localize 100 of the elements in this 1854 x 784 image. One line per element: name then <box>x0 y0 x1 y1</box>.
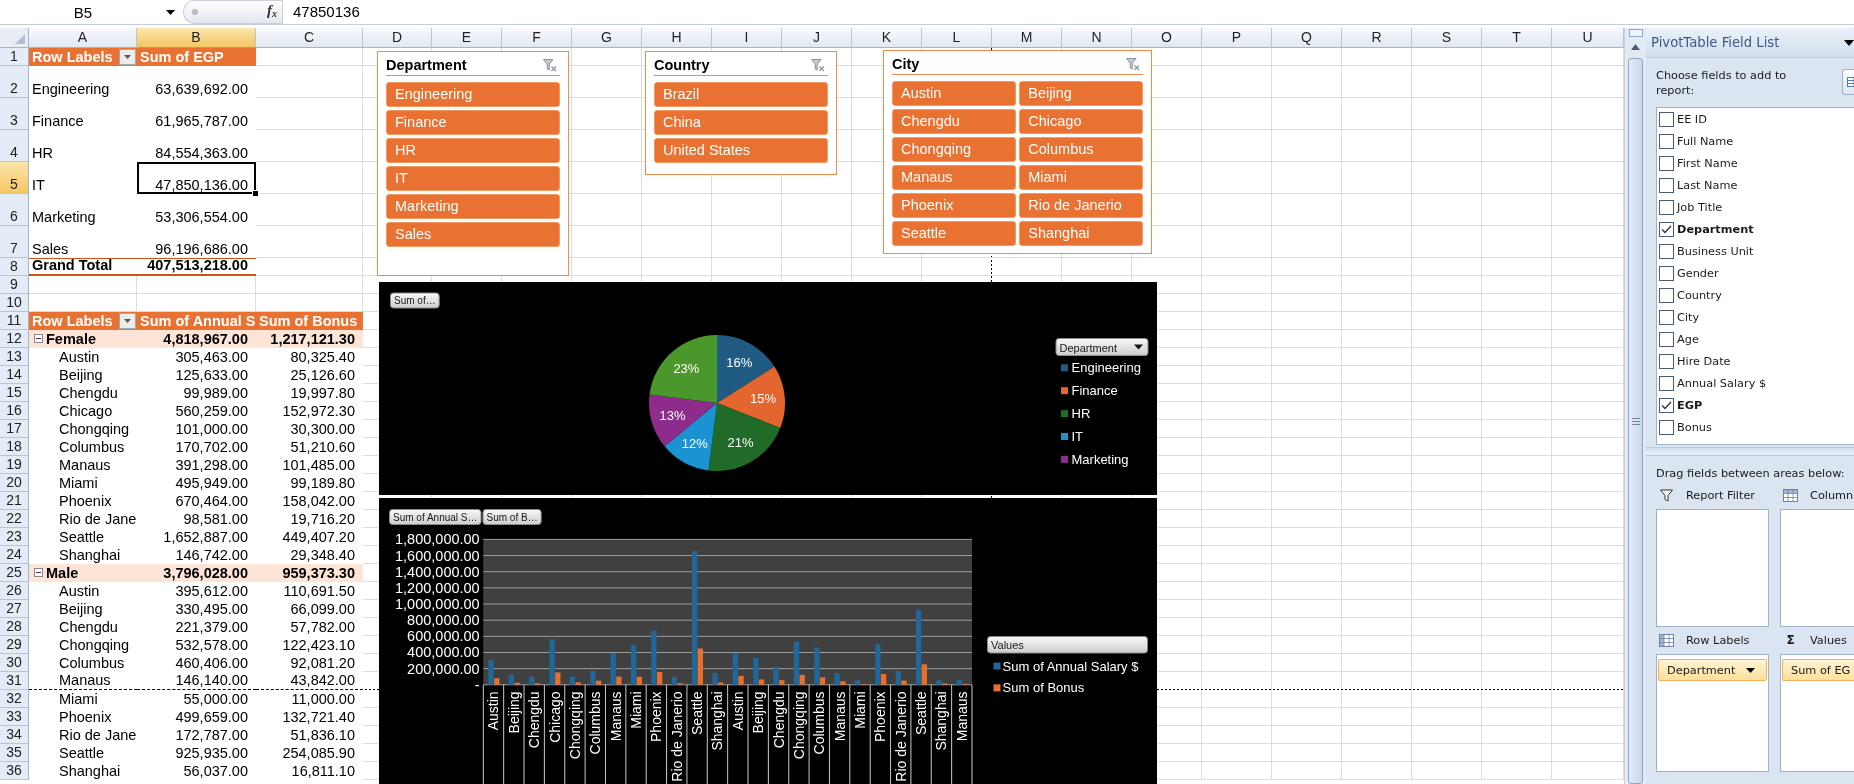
column-header[interactable]: P <box>1202 28 1272 48</box>
row-header[interactable]: 27 <box>0 600 29 618</box>
field-button[interactable]: Sum of B… <box>482 509 542 525</box>
field-item[interactable]: Annual Salary $ <box>1657 372 1854 394</box>
row-header[interactable]: 5 <box>0 162 29 194</box>
legend-field-button[interactable]: Values <box>987 636 1148 654</box>
clear-filter-icon[interactable] <box>1126 57 1140 71</box>
column-header[interactable]: O <box>1132 28 1202 48</box>
row-header[interactable]: 18 <box>0 438 29 456</box>
field-button[interactable]: Sum of EG <box>1782 659 1854 681</box>
column-header[interactable]: F <box>502 28 572 48</box>
fill-handle[interactable] <box>252 190 259 197</box>
row-header[interactable]: 32 <box>0 690 29 708</box>
formula-field[interactable]: 47850136 <box>282 0 1854 24</box>
row-header[interactable]: 2 <box>0 66 29 98</box>
field-item[interactable]: City <box>1657 306 1854 328</box>
row-header[interactable]: 33 <box>0 708 29 726</box>
column-header[interactable]: H <box>642 28 712 48</box>
field-item[interactable]: Full Name <box>1657 130 1854 152</box>
row-header[interactable]: 36 <box>0 762 29 780</box>
column-header[interactable]: D <box>363 28 432 48</box>
scrollbar-thumb[interactable] <box>1628 58 1643 784</box>
column-header[interactable]: Q <box>1272 28 1342 48</box>
field-item[interactable]: Last Name <box>1657 174 1854 196</box>
legend-field-button[interactable]: Department <box>1055 338 1149 356</box>
row-header[interactable]: 13 <box>0 348 29 366</box>
drop-area[interactable]: Sum of EG <box>1780 654 1854 772</box>
name-box[interactable]: B5 <box>0 0 180 24</box>
field-item[interactable]: Bonus <box>1657 416 1854 438</box>
checkbox[interactable] <box>1659 375 1674 391</box>
checkbox[interactable] <box>1659 133 1674 149</box>
row-header[interactable]: 7 <box>0 226 29 258</box>
field-item[interactable]: Job Title <box>1657 196 1854 218</box>
row-header[interactable]: 34 <box>0 726 29 744</box>
drop-area[interactable]: Department <box>1656 654 1769 772</box>
field-item[interactable]: Business Unit <box>1657 240 1854 262</box>
checkbox[interactable] <box>1659 419 1674 435</box>
collapse-icon[interactable] <box>34 334 43 343</box>
row-header[interactable]: 26 <box>0 582 29 600</box>
row-header[interactable]: 11 <box>0 312 29 330</box>
column-header[interactable]: M <box>992 28 1062 48</box>
checkbox[interactable] <box>1659 111 1674 127</box>
column-header[interactable]: A <box>29 28 137 48</box>
column-header[interactable]: T <box>1482 28 1552 48</box>
insert-function-button[interactable]: f$_{x}$ <box>267 1 277 23</box>
row-header[interactable]: 28 <box>0 618 29 636</box>
row-header[interactable]: 12 <box>0 330 29 348</box>
column-header[interactable]: K <box>852 28 922 48</box>
row-header[interactable]: 9 <box>0 276 29 294</box>
field-button[interactable]: Department <box>1658 659 1767 681</box>
row-header[interactable]: 1 <box>0 48 29 66</box>
field-item[interactable]: EE ID <box>1657 108 1854 130</box>
column-header[interactable]: S <box>1412 28 1482 48</box>
field-item[interactable]: Age <box>1657 328 1854 350</box>
checkbox[interactable] <box>1659 221 1674 237</box>
checkbox[interactable] <box>1659 331 1674 347</box>
row-header[interactable]: 4 <box>0 130 29 162</box>
row-header[interactable]: 14 <box>0 366 29 384</box>
active-cell[interactable]: 47,850,136.00 <box>137 162 256 194</box>
row-header[interactable]: 20 <box>0 474 29 492</box>
field-item[interactable]: Gender <box>1657 262 1854 284</box>
row-header[interactable]: 10 <box>0 294 29 312</box>
row-header[interactable]: 35 <box>0 744 29 762</box>
row-header[interactable]: 25 <box>0 564 29 582</box>
column-header[interactable]: R <box>1342 28 1412 48</box>
checkbox[interactable] <box>1659 353 1674 369</box>
row-header[interactable]: 17 <box>0 420 29 438</box>
column-header[interactable]: E <box>432 28 502 48</box>
row-header[interactable]: 23 <box>0 528 29 546</box>
column-header[interactable]: C <box>256 28 363 48</box>
row-header[interactable]: 31 <box>0 672 29 690</box>
column-header[interactable]: L <box>922 28 992 48</box>
field-item[interactable]: First Name <box>1657 152 1854 174</box>
column-header[interactable]: G <box>572 28 642 48</box>
checkbox[interactable] <box>1659 155 1674 171</box>
splitter-handle[interactable] <box>1646 447 1854 456</box>
row-header[interactable]: 21 <box>0 492 29 510</box>
layout-button[interactable] <box>1842 69 1854 95</box>
column-header[interactable]: U <box>1552 28 1624 48</box>
field-item[interactable]: Department <box>1657 218 1854 240</box>
clear-filter-icon[interactable] <box>543 58 557 72</box>
checkbox[interactable] <box>1659 199 1674 215</box>
field-item[interactable]: Country <box>1657 284 1854 306</box>
row-header[interactable]: 22 <box>0 510 29 528</box>
collapse-icon[interactable] <box>34 568 43 577</box>
caret-icon[interactable] <box>166 9 175 15</box>
field-item[interactable]: EGP <box>1657 394 1854 416</box>
row-header[interactable]: 3 <box>0 98 29 130</box>
dropdown-icon[interactable] <box>1844 39 1854 46</box>
row-header[interactable]: 6 <box>0 194 29 226</box>
checkbox[interactable] <box>1659 397 1674 413</box>
row-header[interactable]: 19 <box>0 456 29 474</box>
field-button[interactable]: Sum of Annual S… <box>389 509 482 525</box>
checkbox[interactable] <box>1659 177 1674 193</box>
column-header[interactable]: J <box>782 28 852 48</box>
row-header[interactable]: 30 <box>0 654 29 672</box>
field-item[interactable]: Hire Date <box>1657 350 1854 372</box>
row-header[interactable]: 16 <box>0 402 29 420</box>
row-header[interactable]: 29 <box>0 636 29 654</box>
column-header[interactable]: B <box>137 28 256 48</box>
